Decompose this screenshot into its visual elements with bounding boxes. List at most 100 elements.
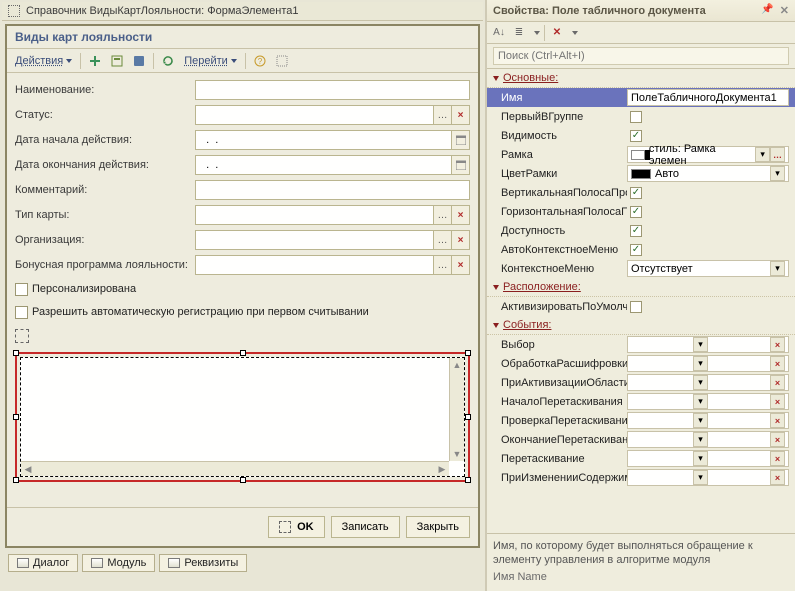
list-icon[interactable] xyxy=(109,53,125,69)
resize-handle[interactable] xyxy=(13,477,19,483)
field-input[interactable] xyxy=(195,255,434,275)
lookup-button[interactable]: … xyxy=(434,205,452,225)
category-icon[interactable]: ≣ xyxy=(511,25,527,41)
field-input[interactable] xyxy=(195,180,470,200)
tab-модуль[interactable]: Модуль xyxy=(82,554,155,572)
close-button[interactable]: Закрыть xyxy=(406,516,470,538)
prop-event[interactable]: ОбработкаРасшифровки ▾× xyxy=(487,354,795,373)
prop-first-in-group[interactable]: ПервыйВГруппе xyxy=(487,107,795,126)
field-input[interactable] xyxy=(195,205,434,225)
clear-button[interactable]: × xyxy=(770,432,785,447)
prop-event[interactable]: ПриИзмененииСодержим ▾× xyxy=(487,468,795,487)
calendar-button[interactable] xyxy=(452,130,470,150)
section-main[interactable]: Основные: xyxy=(487,69,795,88)
tab-диалог[interactable]: Диалог xyxy=(8,554,78,572)
dropdown-icon[interactable]: ▾ xyxy=(693,470,708,485)
checkbox[interactable]: ✓ xyxy=(630,187,642,199)
prop-autoctx[interactable]: АвтоКонтекстноеМеню✓ xyxy=(487,240,795,259)
checkbox[interactable] xyxy=(15,306,28,319)
checkbox[interactable] xyxy=(630,111,642,123)
scroll-down-icon[interactable]: ▼ xyxy=(450,447,464,461)
clear-button[interactable]: × xyxy=(452,105,470,125)
clear-button[interactable]: × xyxy=(770,375,785,390)
dotted-icon[interactable] xyxy=(274,53,290,69)
scroll-up-icon[interactable]: ▲ xyxy=(450,358,464,372)
prop-ctxmenu[interactable]: КонтекстноеМенюОтсутствует▾ xyxy=(487,259,795,278)
scroll-left-icon[interactable]: ◀ xyxy=(21,462,35,476)
field-input[interactable] xyxy=(195,130,452,150)
dropdown-icon[interactable]: ▾ xyxy=(693,356,708,371)
add-icon[interactable] xyxy=(87,53,103,69)
dropdown-icon[interactable]: ▾ xyxy=(693,432,708,447)
dropdown-icon[interactable]: ▾ xyxy=(770,261,785,276)
clear-button[interactable]: × xyxy=(452,230,470,250)
close-icon[interactable]: ✕ xyxy=(780,4,789,17)
clear-button[interactable]: × xyxy=(452,205,470,225)
prop-vscroll[interactable]: ВертикальнаяПолосаПро✓ xyxy=(487,183,795,202)
prop-event[interactable]: ПриАктивизацииОбласти ▾× xyxy=(487,373,795,392)
resize-handle[interactable] xyxy=(13,350,19,356)
checkbox[interactable] xyxy=(15,283,28,296)
help-icon[interactable]: ? xyxy=(252,53,268,69)
table-document-field[interactable]: ▲ ▼ ◀ ▶ xyxy=(15,352,470,482)
scroll-right-icon[interactable]: ▶ xyxy=(435,462,449,476)
clear-button[interactable]: × xyxy=(770,394,785,409)
resize-handle[interactable] xyxy=(240,477,246,483)
prop-event[interactable]: Перетаскивание ▾× xyxy=(487,449,795,468)
dropdown-icon[interactable]: ▾ xyxy=(770,166,785,181)
clear-button[interactable]: × xyxy=(770,451,785,466)
prop-event[interactable]: ПроверкаПеретаскивани ▾× xyxy=(487,411,795,430)
search-input[interactable] xyxy=(493,47,789,65)
prop-enabled[interactable]: Доступность✓ xyxy=(487,221,795,240)
dropdown-icon[interactable]: ▾ xyxy=(755,147,770,162)
prop-event[interactable]: ОкончаниеПеретаскиван ▾× xyxy=(487,430,795,449)
prop-frame[interactable]: Рамкастиль: Рамка элемен▾… xyxy=(487,145,795,164)
field-input[interactable] xyxy=(195,80,470,100)
prop-name[interactable]: ИмяПолеТабличногоДокумента1 xyxy=(487,88,795,107)
sort-alpha-icon[interactable]: A↓ xyxy=(491,25,507,41)
lookup-button[interactable]: … xyxy=(434,255,452,275)
ok-button[interactable]: OK xyxy=(268,516,325,538)
resize-handle[interactable] xyxy=(465,414,471,420)
checkbox[interactable]: ✓ xyxy=(630,225,642,237)
dropdown-icon[interactable]: ▾ xyxy=(693,413,708,428)
prop-event[interactable]: НачалоПеретаскивания ▾× xyxy=(487,392,795,411)
calendar-button[interactable] xyxy=(452,155,470,175)
save-icon[interactable] xyxy=(131,53,147,69)
prop-hscroll[interactable]: ГоризонтальнаяПолосаП✓ xyxy=(487,202,795,221)
section-layout[interactable]: Расположение: xyxy=(487,278,795,297)
resize-handle[interactable] xyxy=(465,350,471,356)
dropdown-icon[interactable]: ▾ xyxy=(693,375,708,390)
field-input[interactable] xyxy=(195,155,452,175)
goto-menu[interactable]: Перейти xyxy=(182,53,239,69)
more-button[interactable]: … xyxy=(770,147,785,162)
refresh-icon[interactable] xyxy=(160,53,176,69)
checkbox[interactable]: ✓ xyxy=(630,244,642,256)
checkbox[interactable] xyxy=(630,301,642,313)
field-input[interactable] xyxy=(195,105,434,125)
pin-icon[interactable]: 📌 xyxy=(761,4,773,17)
prop-frame-color[interactable]: ЦветРамкиАвто▾ xyxy=(487,164,795,183)
clear-button[interactable]: × xyxy=(770,413,785,428)
actions-menu[interactable]: Действия xyxy=(13,53,74,69)
scrollbar-horizontal[interactable]: ◀ ▶ xyxy=(21,461,449,476)
section-events[interactable]: События: xyxy=(487,316,795,335)
dropdown-icon[interactable]: ▾ xyxy=(693,451,708,466)
save-button[interactable]: Записать xyxy=(331,516,400,538)
checkbox[interactable]: ✓ xyxy=(630,130,642,142)
dropdown-icon[interactable]: ▾ xyxy=(693,394,708,409)
scrollbar-vertical[interactable]: ▲ ▼ xyxy=(449,358,464,461)
field-input[interactable] xyxy=(195,230,434,250)
checkbox[interactable]: ✓ xyxy=(630,206,642,218)
resize-handle[interactable] xyxy=(13,414,19,420)
lookup-button[interactable]: … xyxy=(434,230,452,250)
clear-button[interactable]: × xyxy=(770,337,785,352)
clear-icon[interactable]: ✕ xyxy=(549,25,565,41)
clear-button[interactable]: × xyxy=(770,356,785,371)
prop-event[interactable]: Выбор ▾× xyxy=(487,335,795,354)
clear-button[interactable]: × xyxy=(452,255,470,275)
resize-handle[interactable] xyxy=(465,477,471,483)
dropdown-icon[interactable]: ▾ xyxy=(693,337,708,352)
tab-реквизиты[interactable]: Реквизиты xyxy=(159,554,247,572)
resize-handle[interactable] xyxy=(240,350,246,356)
